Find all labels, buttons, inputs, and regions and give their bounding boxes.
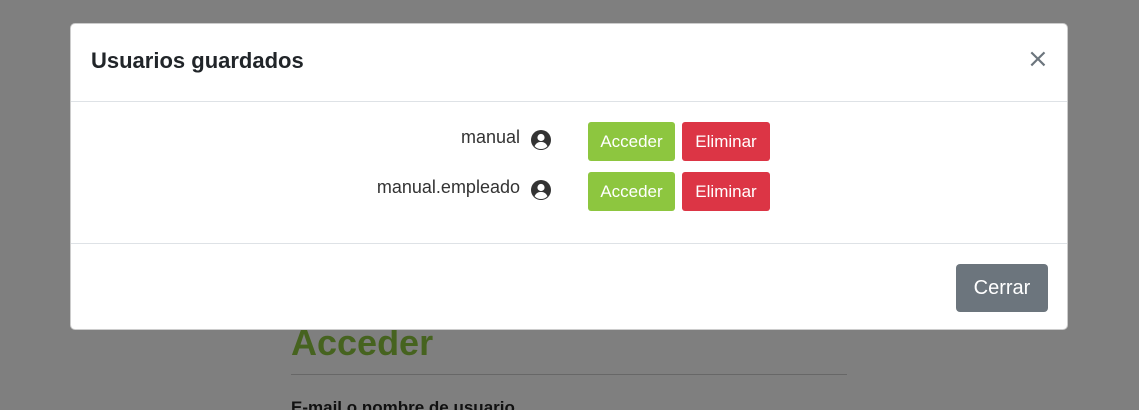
saved-users-modal: Usuarios guardados × manual Acceder Elim… [70, 23, 1068, 330]
close-button[interactable]: Cerrar [956, 264, 1048, 312]
user-circle-icon [531, 130, 551, 150]
modal-footer: Cerrar [71, 243, 1067, 330]
saved-user-name: manual.empleado [376, 177, 520, 197]
saved-user-row: manual Acceder Eliminar [71, 122, 1067, 162]
saved-user-name: manual [460, 127, 520, 147]
modal-header: Usuarios guardados × [71, 24, 1067, 102]
delete-user-button[interactable]: Eliminar [682, 122, 770, 161]
modal-body: manual Acceder Eliminar manual.empleado … [71, 102, 1067, 243]
delete-user-button[interactable]: Eliminar [682, 172, 770, 211]
modal-title: Usuarios guardados [91, 48, 304, 73]
user-circle-icon [531, 180, 551, 200]
access-user-button[interactable]: Acceder [588, 122, 675, 161]
access-user-button[interactable]: Acceder [588, 172, 675, 211]
close-icon[interactable]: × [1027, 46, 1049, 72]
saved-user-row: manual.empleado Acceder Eliminar [71, 172, 1067, 212]
